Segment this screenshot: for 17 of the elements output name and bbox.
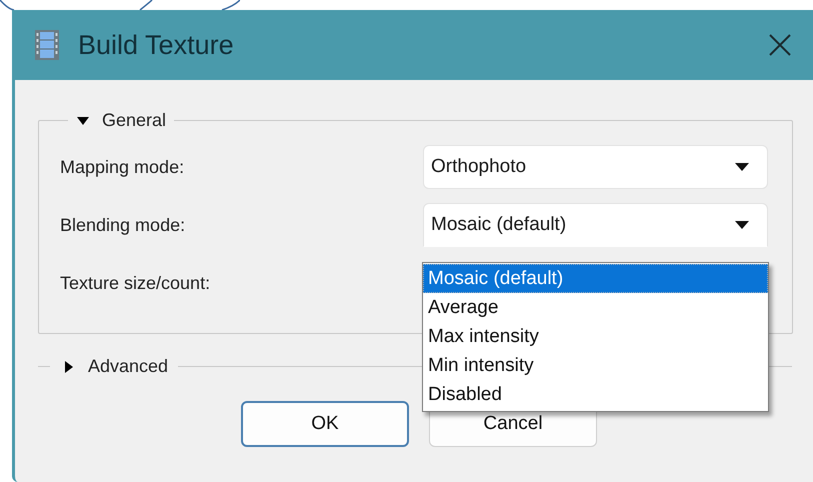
window-title: Build Texture	[78, 30, 235, 60]
dropdown-option[interactable]: Average	[423, 293, 768, 322]
dropdown-field[interactable]: Mosaic (default)	[423, 203, 768, 247]
dropdown-option[interactable]: Mosaic (default)	[423, 264, 768, 293]
field-label: Texture size/count:	[60, 272, 212, 294]
dropdown-option[interactable]: Max intensity	[423, 322, 768, 351]
field-label: Mapping mode:	[60, 156, 186, 178]
caret-icon	[735, 163, 749, 171]
close-icon	[769, 34, 791, 56]
ok-button[interactable]: OK	[241, 401, 409, 447]
caret-icon	[735, 221, 749, 229]
field-label: Blending mode:	[60, 214, 186, 236]
dropdown-option[interactable]: Min intensity	[423, 351, 768, 380]
dropdown-field[interactable]: Orthophoto	[423, 145, 768, 189]
film-icon	[34, 29, 60, 61]
section-toggle[interactable]: Advanced	[60, 356, 170, 377]
section-toggle[interactable]: General	[74, 110, 168, 131]
